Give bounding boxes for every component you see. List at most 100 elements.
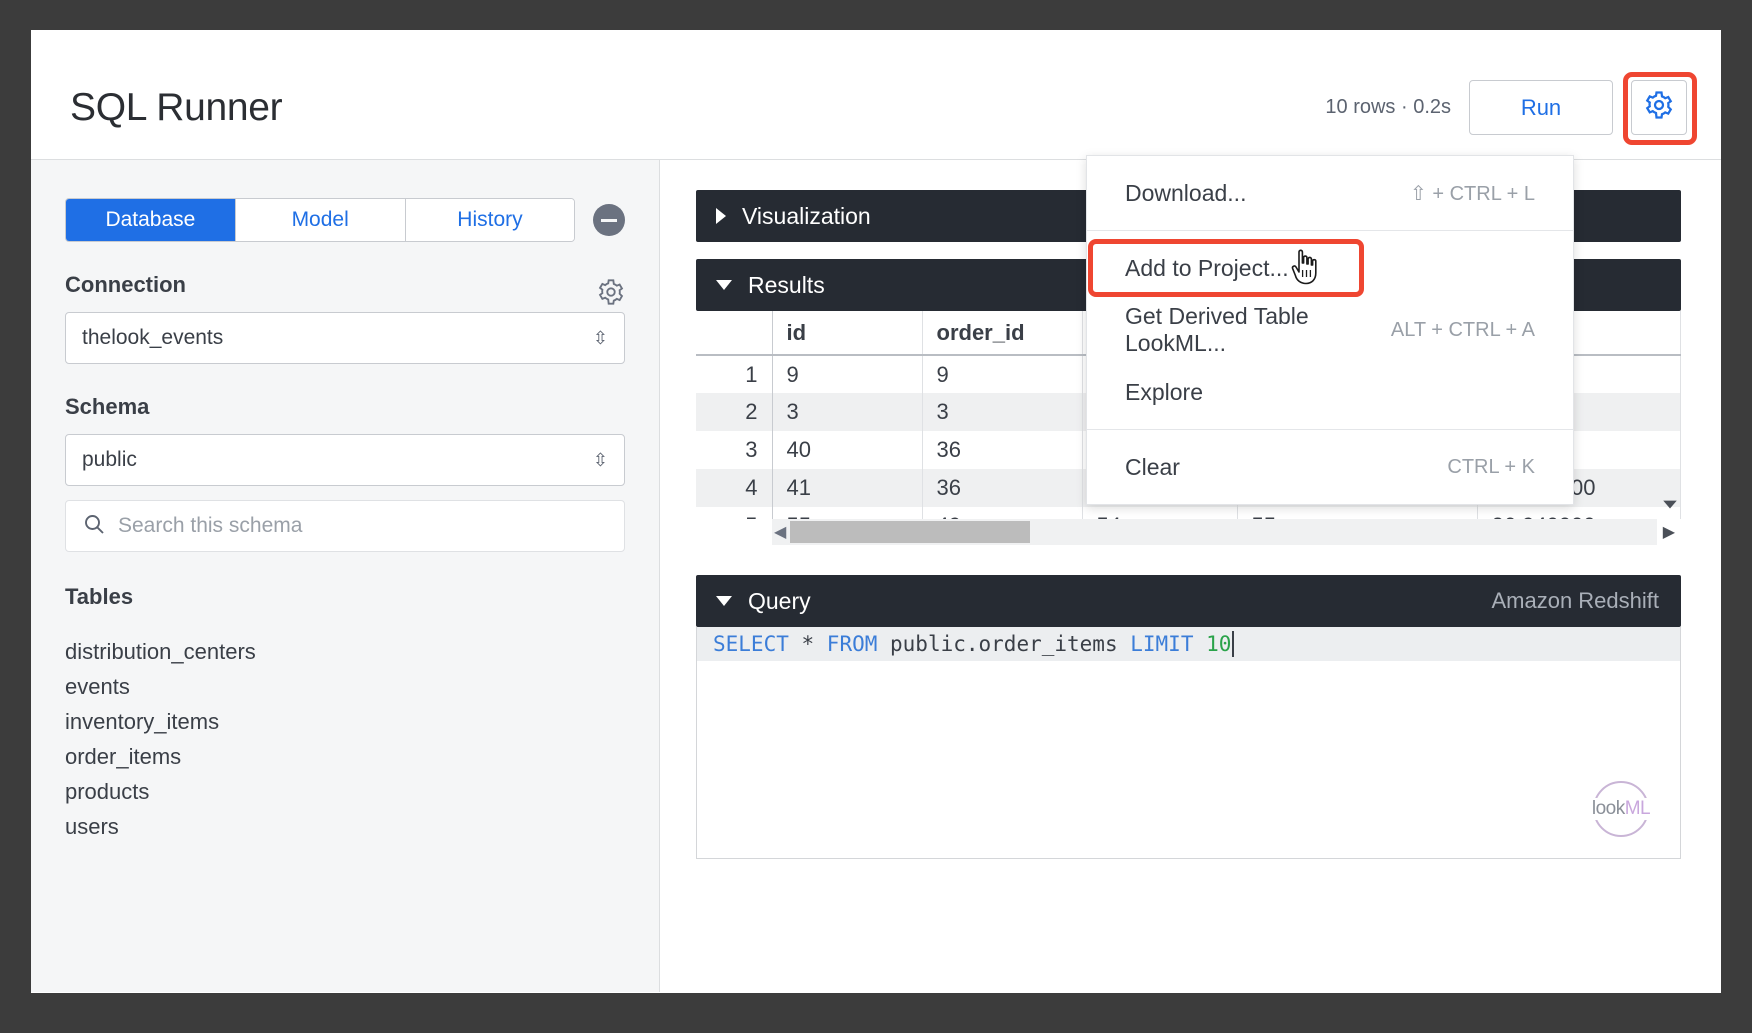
- settings-dropdown-menu: Download... ⇧ + CTRL + L Add to Project.…: [1086, 155, 1574, 505]
- cell: 49: [922, 507, 1082, 519]
- logo-text-ml: ML: [1625, 798, 1650, 819]
- list-item[interactable]: order_items: [65, 739, 625, 774]
- row-index: 5: [696, 507, 772, 519]
- cell: 9: [922, 355, 1082, 393]
- list-item[interactable]: events: [65, 669, 625, 704]
- table-row[interactable]: 5 55 49 54 55 26.940000: [696, 507, 1681, 519]
- cell: 36: [922, 431, 1082, 469]
- schema-select[interactable]: public ⇳: [65, 434, 625, 486]
- tab-database[interactable]: Database: [66, 199, 236, 241]
- sql-token: 10: [1206, 632, 1231, 656]
- sql-token: FROM: [827, 632, 878, 656]
- search-icon: [82, 512, 106, 541]
- menu-item-shortcut: CTRL + K: [1447, 456, 1535, 479]
- menu-item-clear[interactable]: Clear CTRL + K: [1087, 436, 1573, 498]
- column-header[interactable]: id: [772, 311, 922, 355]
- scrollbar-thumb[interactable]: [790, 521, 1030, 543]
- tables-label: Tables: [65, 584, 625, 610]
- sidebar-tab-row: Database Model History: [65, 198, 625, 242]
- menu-item-download[interactable]: Download... ⇧ + CTRL + L: [1087, 162, 1573, 224]
- query-panel-header[interactable]: Query Amazon Redshift: [696, 575, 1681, 627]
- row-index: 1: [696, 355, 772, 393]
- page-title: SQL Runner: [70, 86, 282, 130]
- list-item[interactable]: inventory_items: [65, 704, 625, 739]
- updown-arrows-icon: ⇳: [593, 329, 608, 347]
- visualization-label: Visualization: [742, 203, 871, 230]
- row-index: 2: [696, 393, 772, 431]
- row-index: 4: [696, 469, 772, 507]
- list-item[interactable]: products: [65, 774, 625, 809]
- sql-runner-window: SQL Runner 10 rows · 0.2s Run Database: [31, 30, 1721, 993]
- vertical-scroll-down-arrow[interactable]: [1661, 495, 1679, 513]
- cell: 9: [772, 355, 922, 393]
- sql-token: [1193, 632, 1206, 656]
- cell: 54: [1082, 507, 1237, 519]
- query-label: Query: [748, 588, 811, 615]
- menu-item-get-derived-table-lookml[interactable]: Get Derived Table LookML... ALT + CTRL +…: [1087, 299, 1573, 361]
- sidebar: Database Model History Connection theloo…: [31, 160, 660, 992]
- logo-text-look: look: [1592, 798, 1625, 819]
- results-label: Results: [748, 272, 825, 299]
- sql-token: *: [789, 632, 827, 656]
- chevron-down-icon: [716, 596, 732, 606]
- menu-item-shortcut: ⇧ + CTRL + L: [1410, 181, 1535, 206]
- dialect-label: Amazon Redshift: [1491, 588, 1659, 614]
- menu-item-add-to-project[interactable]: Add to Project...: [1087, 237, 1573, 299]
- rows-status: 10 rows · 0.2s: [1325, 96, 1451, 119]
- mouse-pointer-icon: [1289, 248, 1323, 286]
- updown-arrows-icon: ⇳: [593, 451, 608, 469]
- cell: 55: [1237, 507, 1477, 519]
- chevron-right-icon: [716, 208, 726, 224]
- tab-history[interactable]: History: [406, 199, 575, 241]
- cell: 36: [922, 469, 1082, 507]
- sql-token: LIMIT: [1130, 632, 1193, 656]
- text-cursor: [1232, 631, 1234, 657]
- cell: 40: [772, 431, 922, 469]
- row-index: 3: [696, 431, 772, 469]
- cell: 41: [772, 469, 922, 507]
- run-button[interactable]: Run: [1469, 80, 1613, 135]
- sql-token: public.order_items: [877, 632, 1130, 656]
- scroll-left-arrow-icon[interactable]: ◀: [774, 522, 786, 542]
- sql-editor-line[interactable]: SELECT * FROM public.order_items LIMIT 1…: [697, 627, 1680, 661]
- menu-item-label: Clear: [1125, 454, 1180, 481]
- menu-item-shortcut: ALT + CTRL + A: [1391, 319, 1535, 342]
- menu-divider: [1087, 230, 1573, 231]
- search-input[interactable]: [118, 514, 608, 538]
- schema-label: Schema: [65, 394, 625, 420]
- tables-list: distribution_centers events inventory_it…: [65, 634, 625, 844]
- cell: 26.940000: [1477, 507, 1681, 519]
- minus-circle-icon[interactable]: [593, 204, 625, 236]
- chevron-down-icon: [716, 280, 732, 290]
- horizontal-scrollbar[interactable]: ◀ ▶: [772, 519, 1657, 545]
- cell: 3: [772, 393, 922, 431]
- list-item[interactable]: distribution_centers: [65, 634, 625, 669]
- connection-label: Connection: [65, 272, 186, 298]
- cell: 3: [922, 393, 1082, 431]
- column-header[interactable]: order_id: [922, 311, 1082, 355]
- sql-token: SELECT: [713, 632, 789, 656]
- sidebar-tabs: Database Model History: [65, 198, 575, 242]
- menu-divider: [1087, 429, 1573, 430]
- schema-search-box[interactable]: [65, 500, 625, 552]
- lookml-logo: lookML: [1586, 774, 1656, 844]
- connection-value: thelook_events: [82, 326, 223, 350]
- gear-icon: [1644, 90, 1674, 125]
- header-actions: 10 rows · 0.2s Run: [1325, 80, 1687, 135]
- page-header: SQL Runner 10 rows · 0.2s Run: [31, 30, 1721, 160]
- tab-model[interactable]: Model: [236, 199, 406, 241]
- connection-select[interactable]: thelook_events ⇳: [65, 312, 625, 364]
- schema-value: public: [82, 448, 137, 472]
- menu-item-explore[interactable]: Explore: [1087, 361, 1573, 423]
- cell: 55: [772, 507, 922, 519]
- menu-item-label: Download...: [1125, 180, 1246, 207]
- logo-text: lookML: [1590, 798, 1652, 820]
- menu-item-label: Explore: [1125, 379, 1203, 406]
- scroll-right-arrow-icon[interactable]: ▶: [1663, 522, 1675, 542]
- sql-editor[interactable]: SELECT * FROM public.order_items LIMIT 1…: [696, 627, 1681, 859]
- settings-gear-button[interactable]: [1631, 80, 1687, 135]
- connection-gear-icon[interactable]: [597, 278, 625, 306]
- query-section: Query Amazon Redshift SELECT * FROM publ…: [696, 575, 1681, 859]
- list-item[interactable]: users: [65, 809, 625, 844]
- menu-item-label: Add to Project...: [1125, 255, 1289, 282]
